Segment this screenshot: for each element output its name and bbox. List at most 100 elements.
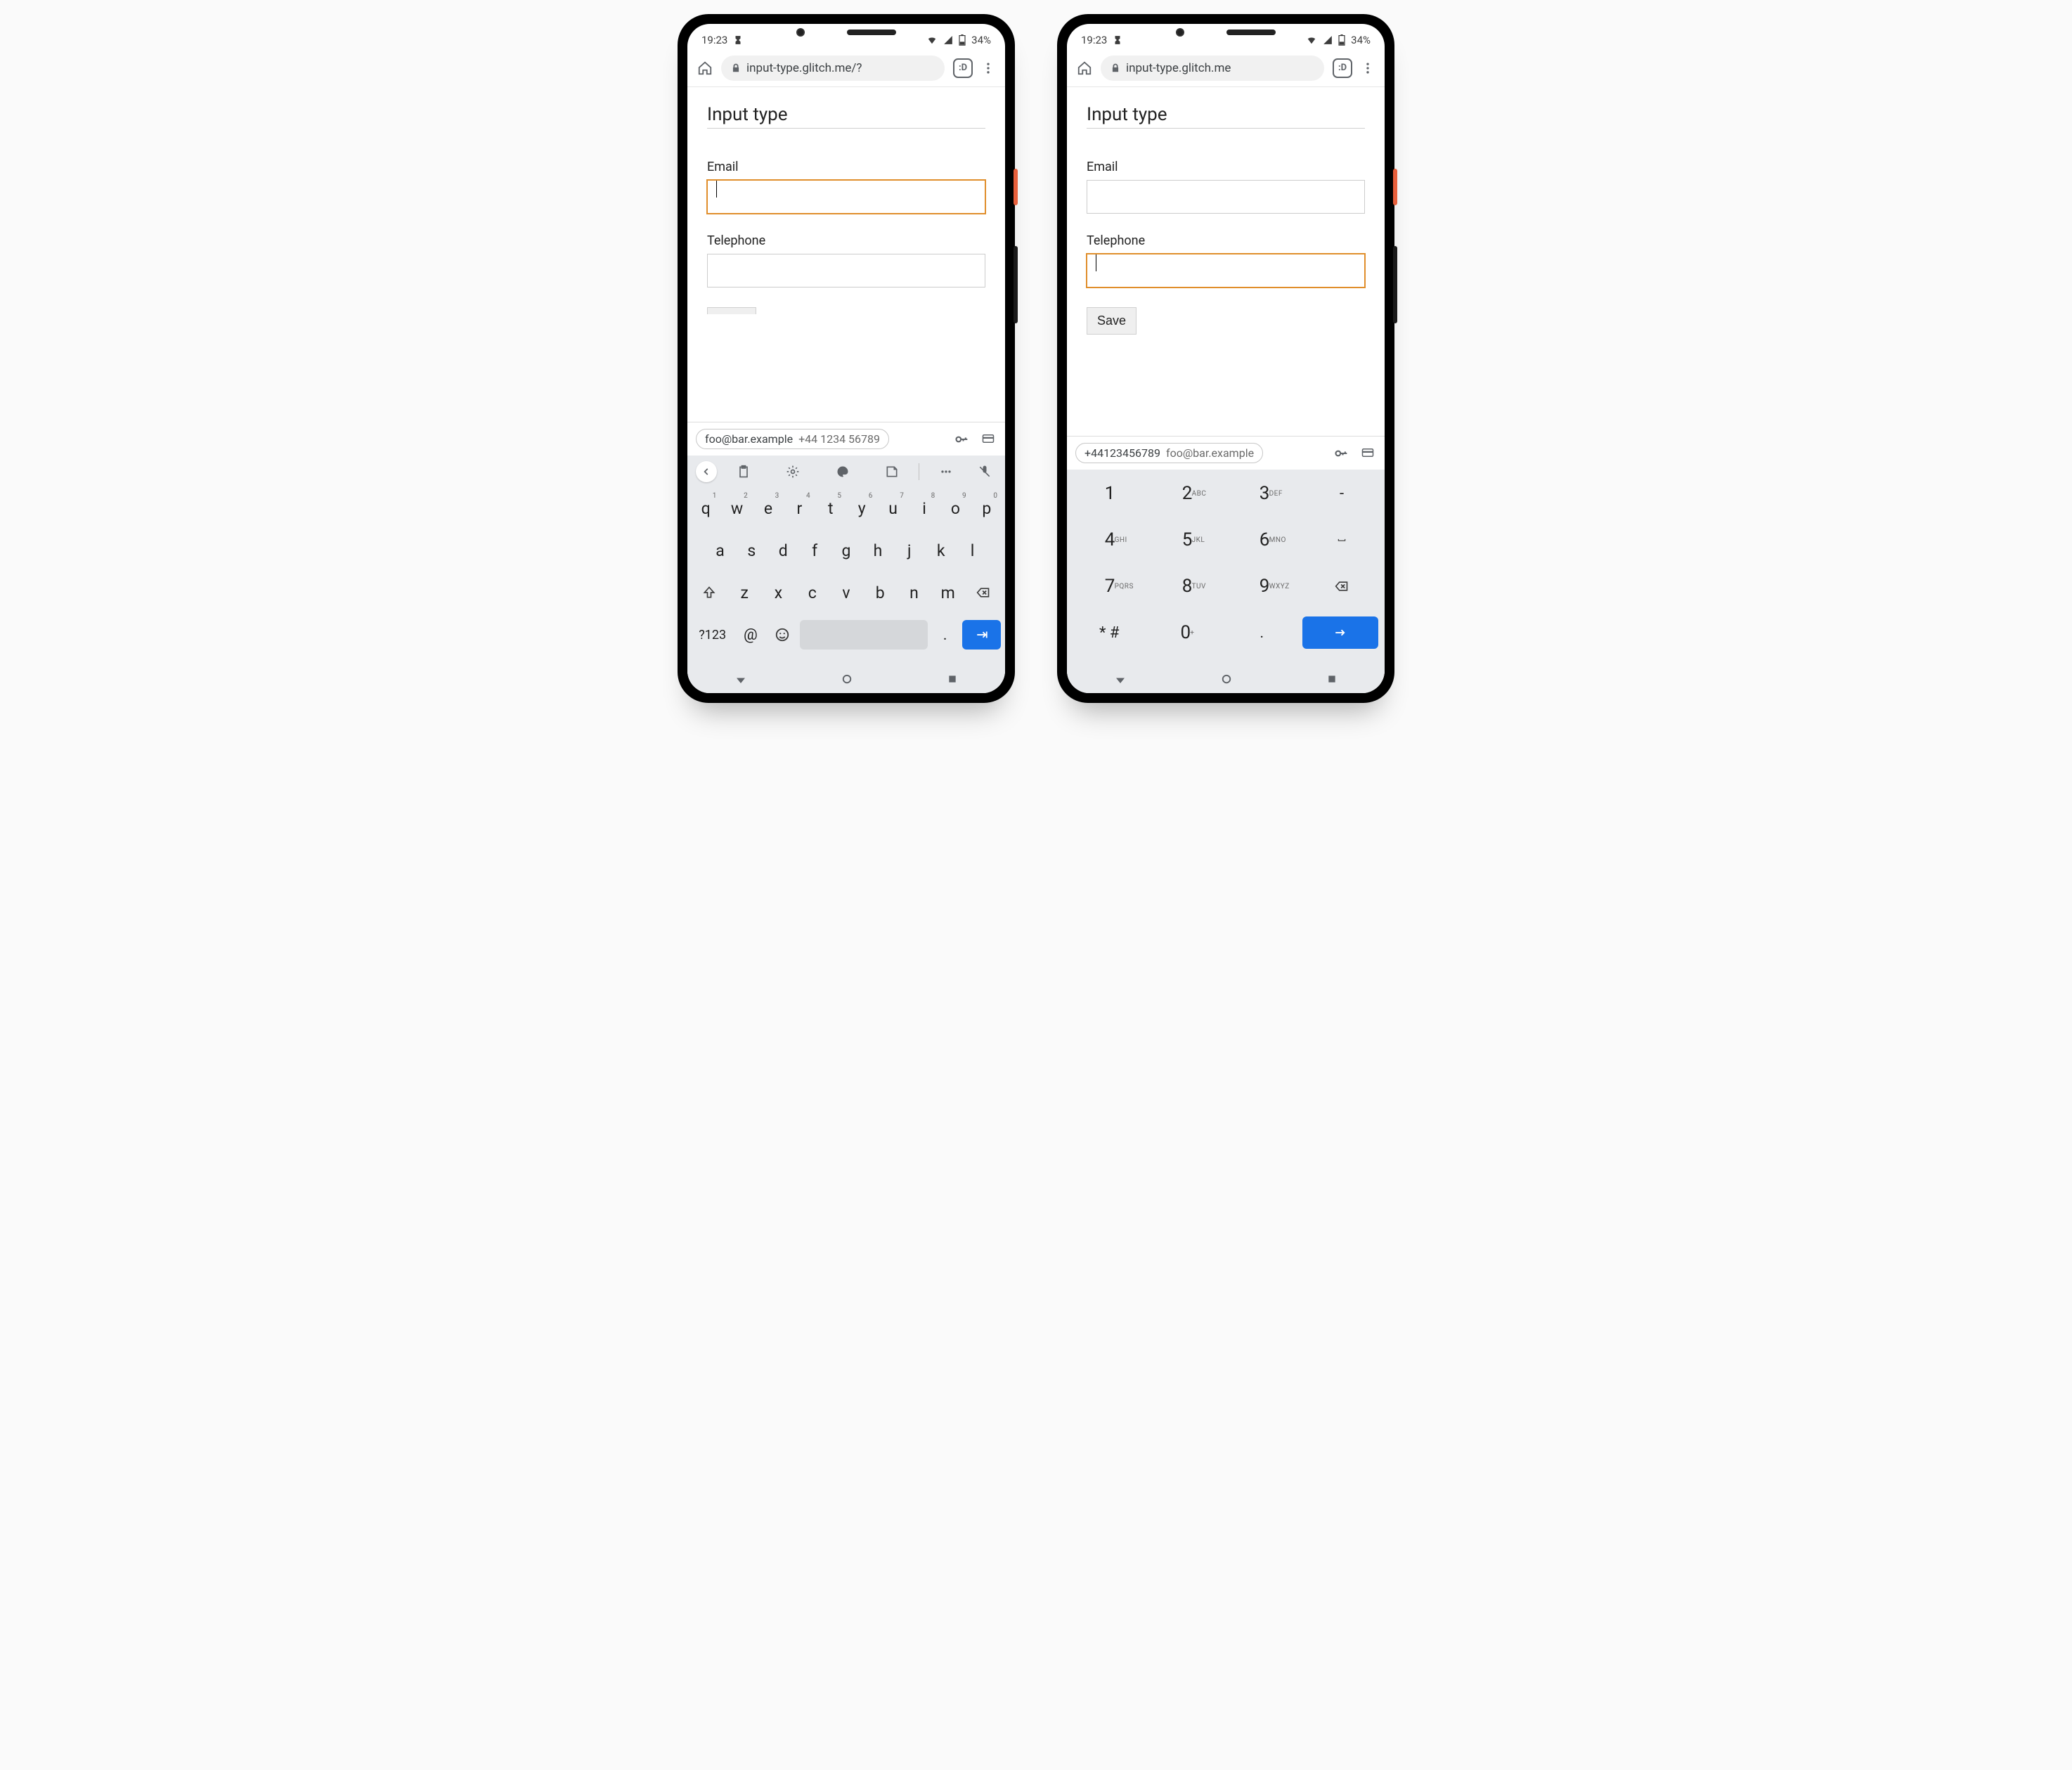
keyboard-toolstrip (687, 456, 1005, 488)
key-u[interactable]: u7 (879, 491, 907, 526)
nav-back-icon[interactable] (734, 673, 747, 685)
key-p[interactable]: p0 (973, 491, 1001, 526)
sticker-icon[interactable] (869, 465, 914, 479)
email-field[interactable] (1087, 180, 1365, 214)
key-e[interactable]: e3 (754, 491, 782, 526)
autofill-chip[interactable]: +44123456789 foo@bar.example (1075, 443, 1263, 463)
numkey-1-3[interactable] (1303, 520, 1380, 560)
numkey-1-1[interactable]: 5JKL (1148, 520, 1226, 560)
power-button[interactable] (1393, 169, 1397, 205)
collapse-icon[interactable] (696, 461, 717, 482)
volume-button[interactable] (1393, 246, 1397, 323)
key-icon[interactable] (953, 432, 970, 446)
numkey-1-0[interactable]: 4GHI (1071, 520, 1148, 560)
key-s[interactable]: s (737, 533, 766, 568)
autofill-chip[interactable]: foo@bar.example +44 1234 56789 (696, 429, 889, 449)
numkey-0-3[interactable]: - (1303, 474, 1380, 513)
key-l[interactable]: l (958, 533, 987, 568)
backspace-key[interactable] (965, 575, 1002, 610)
key-g[interactable]: g (832, 533, 861, 568)
gear-icon[interactable] (770, 465, 815, 479)
telephone-field[interactable] (1087, 254, 1365, 288)
url-bar[interactable]: input-type.glitch.me/? (721, 56, 945, 81)
key-m[interactable]: m (933, 575, 964, 610)
volume-button[interactable] (1014, 246, 1018, 323)
key-q[interactable]: q1 (692, 491, 720, 526)
numkey-1-2[interactable]: 6MNO (1226, 520, 1303, 560)
nav-recent-icon[interactable] (947, 673, 958, 685)
email-label: Email (707, 160, 985, 174)
numkey-0-0[interactable]: 1 (1071, 474, 1148, 513)
numkey-2-3[interactable] (1303, 567, 1380, 606)
more-icon[interactable] (924, 465, 969, 479)
key-w[interactable]: w2 (723, 491, 751, 526)
mic-off-icon[interactable] (973, 465, 997, 479)
telephone-label: Telephone (1087, 233, 1365, 248)
key-n[interactable]: n (898, 575, 929, 610)
phone-right: 19:23 34% input-type.glitch.me :D Input … (1057, 14, 1394, 703)
card-icon[interactable] (980, 432, 997, 445)
key-z[interactable]: z (729, 575, 760, 610)
menu-icon[interactable] (1361, 61, 1375, 75)
qwerty-keyboard: q1w2e3r4t5y6u7i8o9p0 asdfghjkl zxcvbnm ?… (687, 488, 1005, 665)
email-field[interactable] (707, 180, 985, 214)
key-a[interactable]: a (706, 533, 734, 568)
enter-key[interactable] (962, 620, 1001, 650)
numkey-0-1[interactable]: 2ABC (1148, 474, 1226, 513)
numkey-2-2[interactable]: 9WXYZ (1226, 567, 1303, 606)
key-c[interactable]: c (797, 575, 828, 610)
nav-recent-icon[interactable] (1326, 673, 1338, 685)
key-j[interactable]: j (895, 533, 924, 568)
save-button[interactable]: Save (1087, 307, 1137, 335)
numkey-2-1[interactable]: 8TUV (1148, 567, 1226, 606)
key-f[interactable]: f (801, 533, 829, 568)
browser-toolbar: input-type.glitch.me :D (1067, 49, 1385, 87)
numkey-0-2[interactable]: 3DEF (1226, 474, 1303, 513)
numkey-3-2[interactable]: . (1224, 613, 1300, 652)
tabs-button[interactable]: :D (1333, 58, 1352, 78)
url-text: input-type.glitch.me/? (746, 61, 862, 75)
emoji-key[interactable] (768, 617, 796, 652)
key-r[interactable]: r4 (785, 491, 813, 526)
spacebar-key[interactable] (800, 620, 928, 650)
numkey-3-1[interactable]: 0+ (1148, 613, 1224, 652)
notch (796, 28, 896, 37)
palette-icon[interactable] (820, 465, 865, 479)
nav-home-icon[interactable] (1220, 673, 1233, 685)
enter-key[interactable] (1302, 616, 1379, 649)
numpad-keyboard: 12ABC3DEF- 4GHI5JKL6MNO 7PQRS8TUV9WXYZ * #0… (1067, 470, 1385, 665)
period-key[interactable]: . (931, 617, 959, 652)
browser-toolbar: input-type.glitch.me/? :D (687, 49, 1005, 87)
key-x[interactable]: x (763, 575, 794, 610)
home-icon[interactable] (1077, 60, 1092, 76)
save-button-partial[interactable] (707, 307, 756, 314)
key-v[interactable]: v (831, 575, 862, 610)
key-t[interactable]: t5 (817, 491, 845, 526)
key-y[interactable]: y6 (848, 491, 876, 526)
nav-home-icon[interactable] (841, 673, 853, 685)
key-icon[interactable] (1333, 446, 1349, 460)
key-k[interactable]: k (926, 533, 955, 568)
numkey-2-0[interactable]: 7PQRS (1071, 567, 1148, 606)
key-d[interactable]: d (769, 533, 798, 568)
key-i[interactable]: i8 (910, 491, 938, 526)
key-o[interactable]: o9 (941, 491, 969, 526)
power-button[interactable] (1014, 169, 1018, 205)
tabs-button[interactable]: :D (953, 58, 973, 78)
nav-bar (1067, 665, 1385, 693)
at-key[interactable]: @ (736, 617, 765, 652)
shift-key[interactable] (690, 575, 727, 610)
card-icon[interactable] (1359, 446, 1376, 459)
clipboard-icon[interactable] (721, 465, 766, 479)
url-bar[interactable]: input-type.glitch.me (1101, 56, 1324, 81)
battery-icon (959, 34, 966, 46)
key-b[interactable]: b (865, 575, 895, 610)
nav-back-icon[interactable] (1114, 673, 1127, 685)
home-icon[interactable] (697, 60, 713, 76)
phone-left: 19:23 34% input-type.glitch.me/? :D Inpu… (678, 14, 1015, 703)
numkey-3-0[interactable]: * # (1071, 613, 1148, 652)
menu-icon[interactable] (981, 61, 995, 75)
telephone-field[interactable] (707, 254, 985, 288)
symbols-key[interactable]: ?123 (692, 617, 733, 652)
key-h[interactable]: h (863, 533, 892, 568)
